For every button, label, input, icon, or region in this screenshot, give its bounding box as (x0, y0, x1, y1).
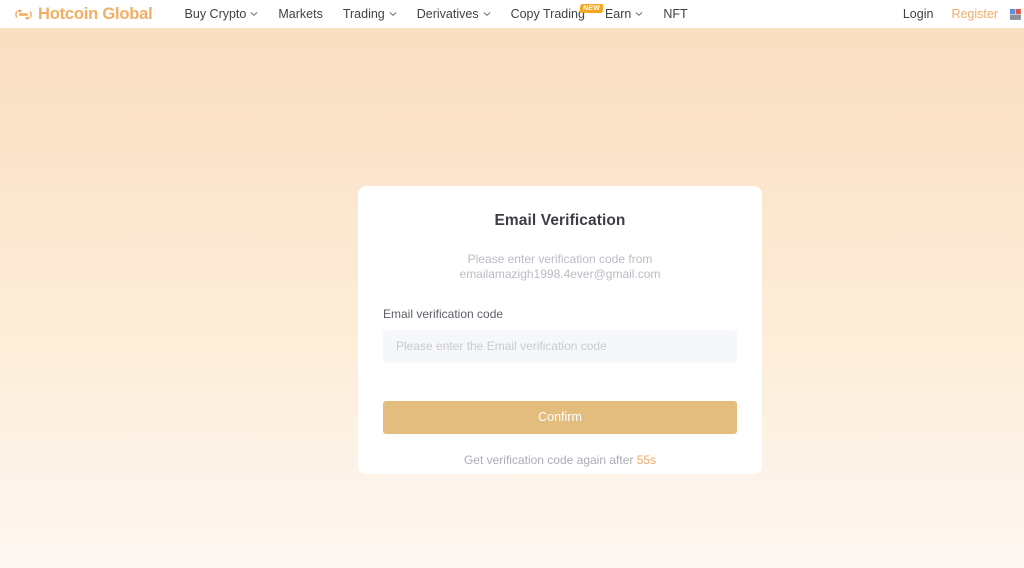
nav-label: Copy Trading (510, 6, 585, 21)
nav-label: Derivatives (416, 6, 479, 21)
page-root: Hotcoin Global Buy Crypto Markets Tradin… (0, 0, 1024, 568)
nav-label: NFT (663, 6, 688, 21)
nav-label: Earn (604, 6, 632, 21)
resend-code-text[interactable]: Get verification code again after 55s (383, 434, 737, 467)
nav-item-copy-trading[interactable]: Copy Trading NEW (501, 3, 604, 21)
nav-label: Buy Crypto (184, 6, 247, 21)
nav-label: Markets (278, 6, 323, 21)
chevron-down-icon (250, 10, 258, 18)
nav-item-nft[interactable]: NFT (653, 8, 697, 21)
chevron-down-icon (389, 10, 397, 18)
nav-item-buy-crypto[interactable]: Buy Crypto (175, 8, 269, 21)
resend-countdown: 55s (636, 452, 657, 467)
brand-logo[interactable]: Hotcoin Global (14, 5, 153, 24)
resend-prefix: Get verification code again after (463, 452, 637, 467)
site-header: Hotcoin Global Buy Crypto Markets Tradin… (0, 0, 1024, 28)
chevron-down-icon (483, 10, 491, 18)
nav-item-trading[interactable]: Trading (333, 8, 407, 21)
email-code-label: Email verification code (383, 306, 504, 321)
email-verification-code-input[interactable] (383, 329, 737, 363)
main-nav: Buy Crypto Markets Trading Derivatives C… (175, 3, 894, 21)
card-description: Please enter verification code from emai… (459, 252, 661, 281)
hotcoin-logo-mark-icon (14, 5, 33, 24)
email-verification-card: Email Verification Please enter verifica… (358, 186, 762, 474)
card-title: Email Verification (494, 212, 626, 229)
login-link[interactable]: Login (894, 8, 943, 21)
confirm-button[interactable]: Confirm (383, 400, 737, 434)
header-actions: Login Register (894, 8, 1021, 21)
nav-item-earn[interactable]: Earn (595, 8, 653, 21)
register-link[interactable]: Register (942, 8, 1007, 21)
chevron-down-icon (635, 10, 643, 18)
nav-item-derivatives[interactable]: Derivatives (407, 8, 501, 21)
nav-item-markets[interactable]: Markets (268, 8, 332, 21)
brand-name: Hotcoin Global (38, 4, 153, 23)
nav-label: Trading (342, 6, 385, 21)
globe-icon[interactable] (1009, 8, 1022, 21)
